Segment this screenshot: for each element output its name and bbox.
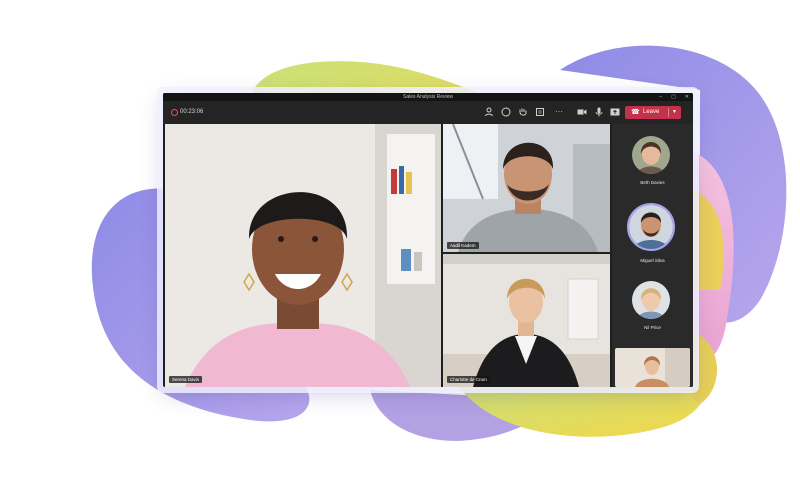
more-icon[interactable]: ··· [553,106,565,118]
participant-name-bottom: Charlotte de Crum [447,376,490,383]
recording-icon [171,109,178,116]
meeting-window: Sales Analysis Review – ▢ ✕ 00:23:06 ··· [163,93,693,387]
raise-hand-icon[interactable] [517,106,529,118]
participant-name-main: Serena Davis [169,376,203,383]
self-preview-video[interactable] [615,348,690,387]
window-title: Sales Analysis Review [402,94,454,100]
hang-up-icon: ☎ [631,109,640,116]
main-participant-video [165,124,441,387]
leave-divider [668,108,669,117]
avatar-beth[interactable] [632,136,670,174]
leave-label: Leave [643,109,660,115]
avatar-nil[interactable] [632,281,670,319]
meeting-toolbar: 00:23:06 ··· ☎ Leave ▼ [163,101,693,124]
minimize-icon[interactable]: – [659,93,662,101]
video-tile-main[interactable]: Serena Davis [165,124,441,387]
window-controls: – ▢ ✕ [659,93,689,101]
video-tile-top[interactable]: Aadil Kadem [443,124,610,252]
maximize-icon[interactable]: ▢ [671,93,676,101]
bottom-participant-video [443,254,610,387]
close-icon[interactable]: ✕ [685,93,689,101]
chevron-down-icon[interactable]: ▼ [672,106,677,119]
meeting-timer: 00:23:06 [180,109,204,115]
rail-name-miguel: Miguel Silva [640,258,665,263]
participant-name-top: Aadil Kadem [447,242,479,249]
share-icon[interactable] [609,106,621,118]
top-participant-video [443,124,610,252]
rooms-icon[interactable] [534,106,546,118]
participant-rail: Beth Davies Miguel Silva Nil Price [612,124,693,387]
video-tile-bottom[interactable]: Charlotte de Crum [443,254,610,387]
camera-icon[interactable] [576,106,588,118]
title-bar: Sales Analysis Review – ▢ ✕ [163,93,693,101]
people-icon[interactable] [483,106,495,118]
mic-icon[interactable] [593,106,605,118]
rail-name-beth: Beth Davies [640,180,665,185]
rail-name-nil: Nil Price [644,325,661,330]
avatar-miguel[interactable] [627,203,675,251]
chat-icon[interactable] [500,106,512,118]
leave-button[interactable]: ☎ Leave ▼ [625,106,681,119]
